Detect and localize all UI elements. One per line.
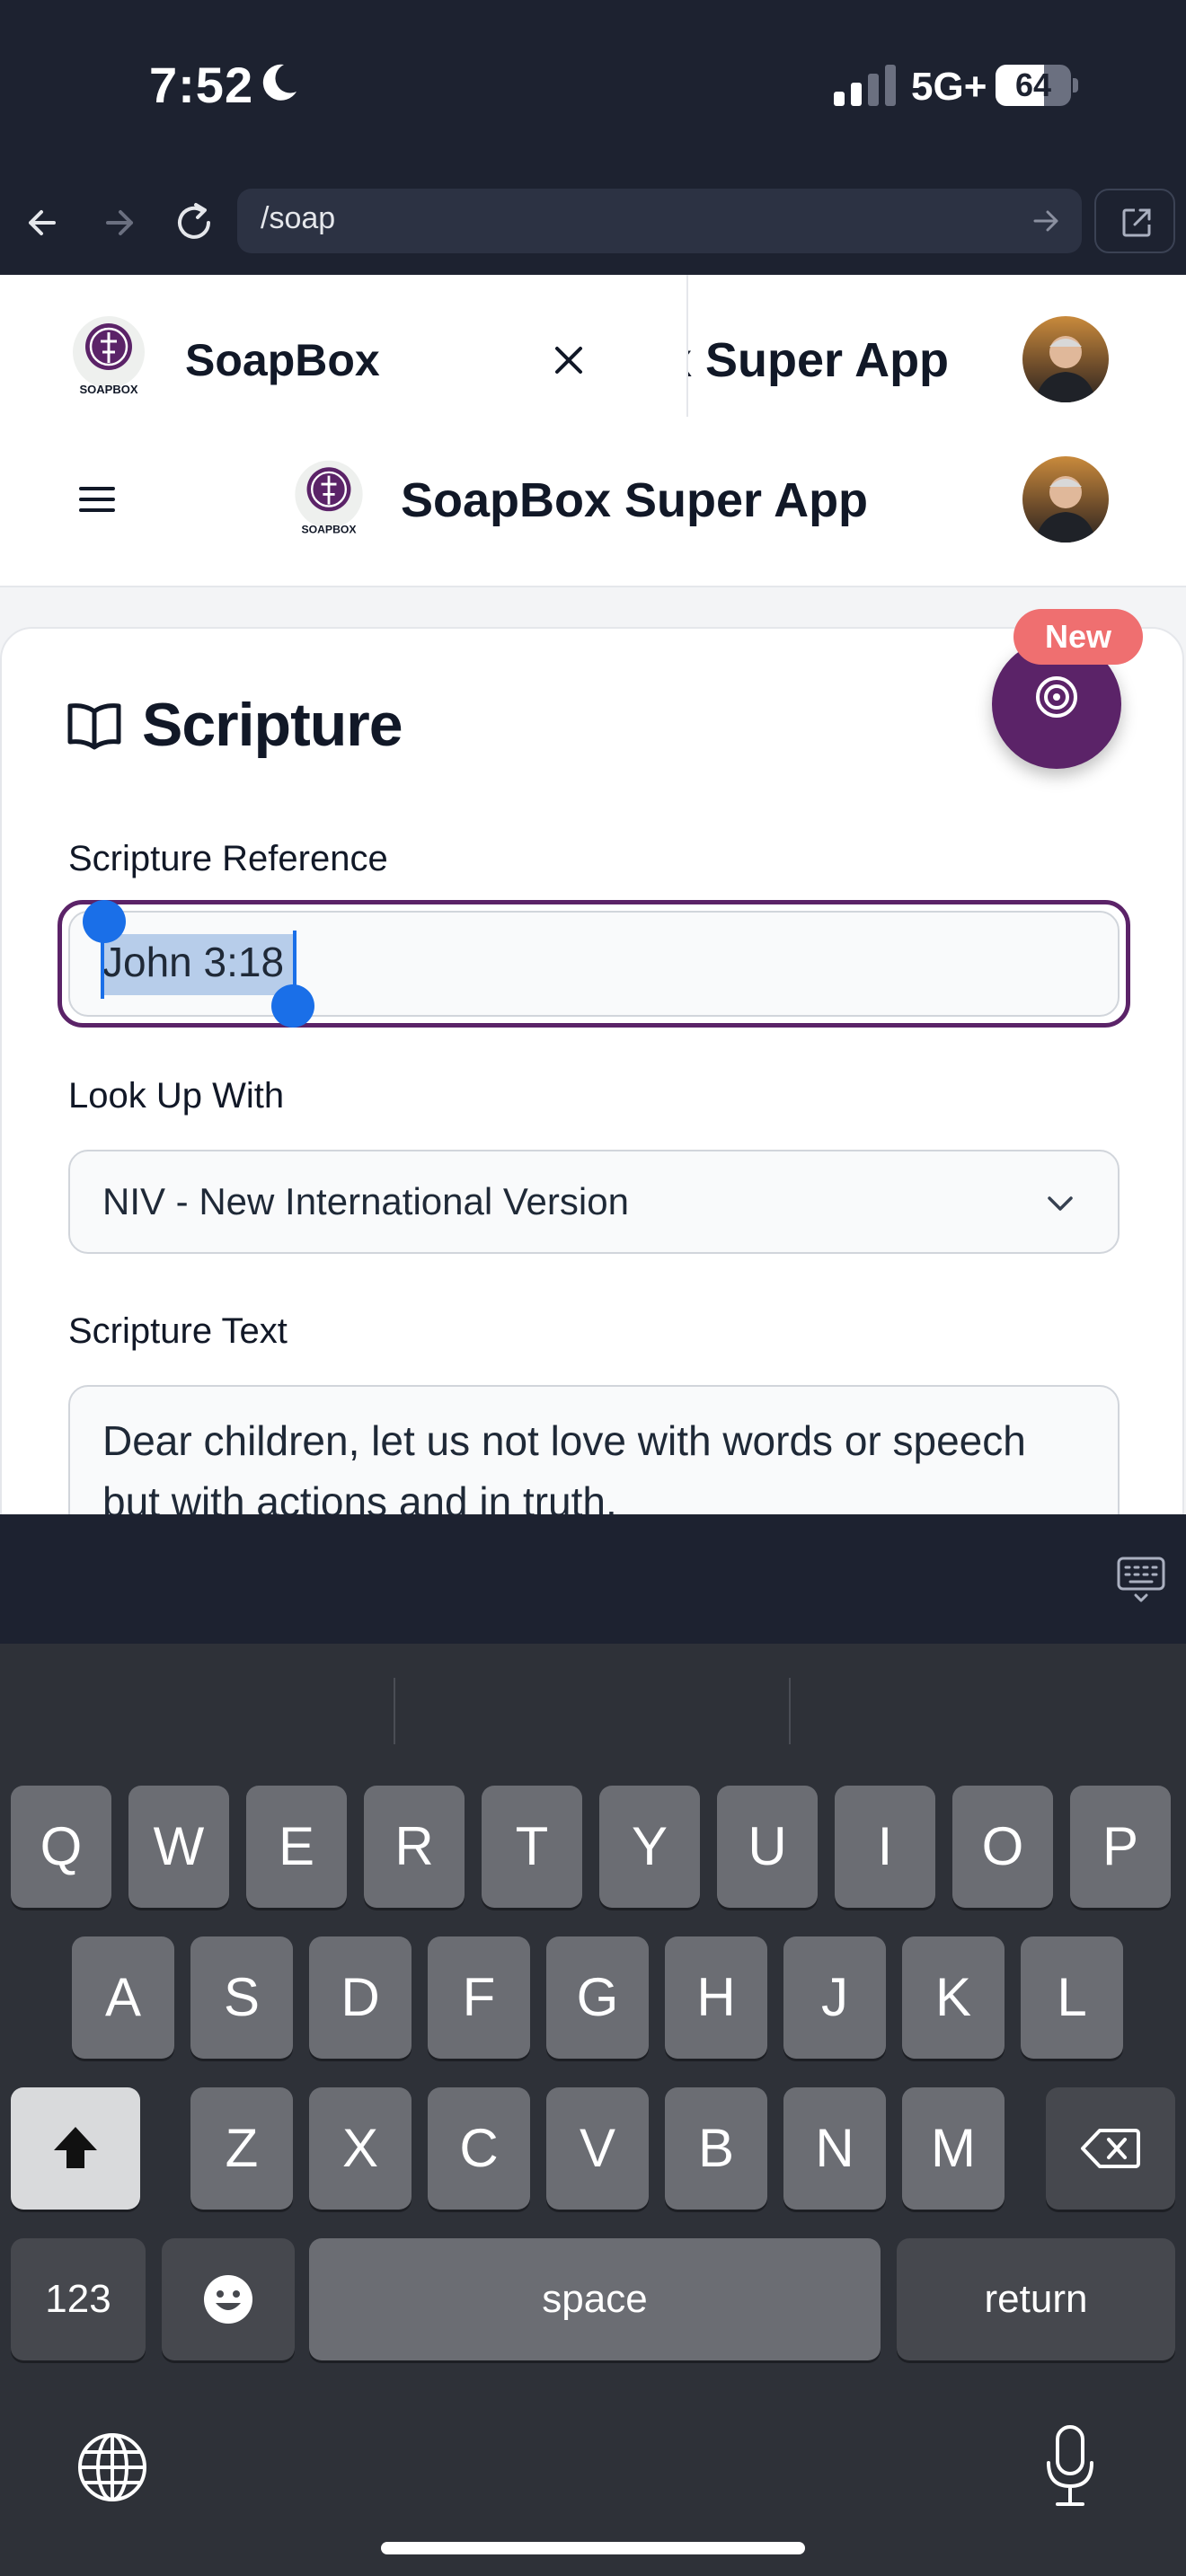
key-r[interactable]: R <box>364 1786 465 1908</box>
go-arrow-icon[interactable] <box>1030 205 1062 237</box>
emoji-key[interactable] <box>162 2238 295 2360</box>
scripture-reference-label: Scripture Reference <box>68 839 388 878</box>
globe-icon[interactable] <box>75 2430 149 2504</box>
key-e[interactable]: E <box>246 1786 347 1908</box>
suggestion-divider <box>789 1678 791 1744</box>
numbers-key[interactable]: 123 <box>11 2238 146 2360</box>
key-h[interactable]: H <box>665 1936 767 2059</box>
battery-icon: 64 <box>996 65 1078 106</box>
external-link-icon <box>1122 208 1151 237</box>
key-m[interactable]: M <box>902 2087 1005 2210</box>
shift-key[interactable] <box>11 2087 140 2210</box>
suggestion-divider <box>394 1678 395 1744</box>
selection-end-handle[interactable] <box>271 984 314 1028</box>
key-a[interactable]: A <box>72 1936 174 2059</box>
status-time: 7:52 <box>149 57 254 113</box>
forward-icon[interactable] <box>93 198 144 248</box>
card-title: Scripture <box>142 691 403 759</box>
close-icon[interactable] <box>546 338 591 383</box>
keyboard-toolbar <box>0 1514 1186 1644</box>
space-key[interactable]: space <box>309 2238 881 2360</box>
logo-text: SOAPBOX <box>79 383 137 396</box>
target-icon <box>1036 676 1077 718</box>
url-text: /soap <box>261 201 336 235</box>
key-f[interactable]: F <box>428 1936 530 2059</box>
bible-version-value: NIV - New International Version <box>102 1180 629 1222</box>
selection-start-handle[interactable] <box>83 900 126 943</box>
soapbox-logo: SOAPBOX <box>295 460 363 536</box>
home-indicator <box>381 2542 805 2554</box>
key-l[interactable]: L <box>1021 1936 1123 2059</box>
reload-icon[interactable] <box>169 198 219 248</box>
key-n[interactable]: N <box>783 2087 886 2210</box>
shift-arrow-icon <box>54 2127 97 2168</box>
key-g[interactable]: G <box>546 1936 649 2059</box>
look-up-with-label: Look Up With <box>68 1076 285 1116</box>
key-v[interactable]: V <box>546 2087 649 2210</box>
keyboard-dismiss-icon[interactable] <box>1116 1556 1166 1604</box>
key-d[interactable]: D <box>309 1936 412 2059</box>
key-p[interactable]: P <box>1070 1786 1171 1908</box>
backspace-icon <box>1081 2129 1140 2168</box>
key-o[interactable]: O <box>952 1786 1053 1908</box>
key-y[interactable]: Y <box>599 1786 700 1908</box>
back-icon[interactable] <box>18 198 68 248</box>
drawer-title: SoapBox <box>185 335 380 385</box>
new-badge: New <box>1013 609 1143 665</box>
microphone-icon[interactable] <box>1042 2423 1098 2510</box>
scripture-text-label: Scripture Text <box>68 1311 288 1351</box>
key-b[interactable]: B <box>665 2087 767 2210</box>
book-open-icon <box>67 703 121 750</box>
avatar[interactable] <box>1022 316 1109 402</box>
chevron-down-icon <box>1048 1196 1073 1211</box>
battery-level: 64 <box>1014 66 1052 103</box>
scripture-reference-value: John 3:18 <box>102 939 285 985</box>
return-key[interactable]: return <box>897 2238 1175 2360</box>
url-bar[interactable] <box>237 189 1082 253</box>
emoji-icon <box>204 2275 252 2324</box>
key-t[interactable]: T <box>482 1786 582 1908</box>
moon-icon <box>262 64 296 101</box>
soapbox-logo: SOAPBOX <box>73 316 145 396</box>
key-i[interactable]: I <box>835 1786 935 1908</box>
key-z[interactable]: Z <box>190 2087 293 2210</box>
logo-text: SOAPBOX <box>301 524 357 536</box>
key-c[interactable]: C <box>428 2087 530 2210</box>
peek-header: SoapBox Super App <box>688 275 1186 417</box>
key-j[interactable]: J <box>783 1936 886 2059</box>
avatar[interactable] <box>1022 456 1109 543</box>
key-s[interactable]: S <box>190 1936 293 2059</box>
signal-icon <box>834 65 896 106</box>
key-u[interactable]: U <box>717 1786 818 1908</box>
key-k[interactable]: K <box>902 1936 1005 2059</box>
key-q[interactable]: Q <box>11 1786 111 1908</box>
key-x[interactable]: X <box>309 2087 412 2210</box>
network-type: 5G+ <box>911 65 987 109</box>
hamburger-menu-icon[interactable] <box>72 474 122 525</box>
app-title: SoapBox Super App <box>401 473 869 527</box>
open-external-button[interactable] <box>1094 189 1175 253</box>
delete-key[interactable] <box>1046 2087 1175 2210</box>
key-w[interactable]: W <box>128 1786 229 1908</box>
